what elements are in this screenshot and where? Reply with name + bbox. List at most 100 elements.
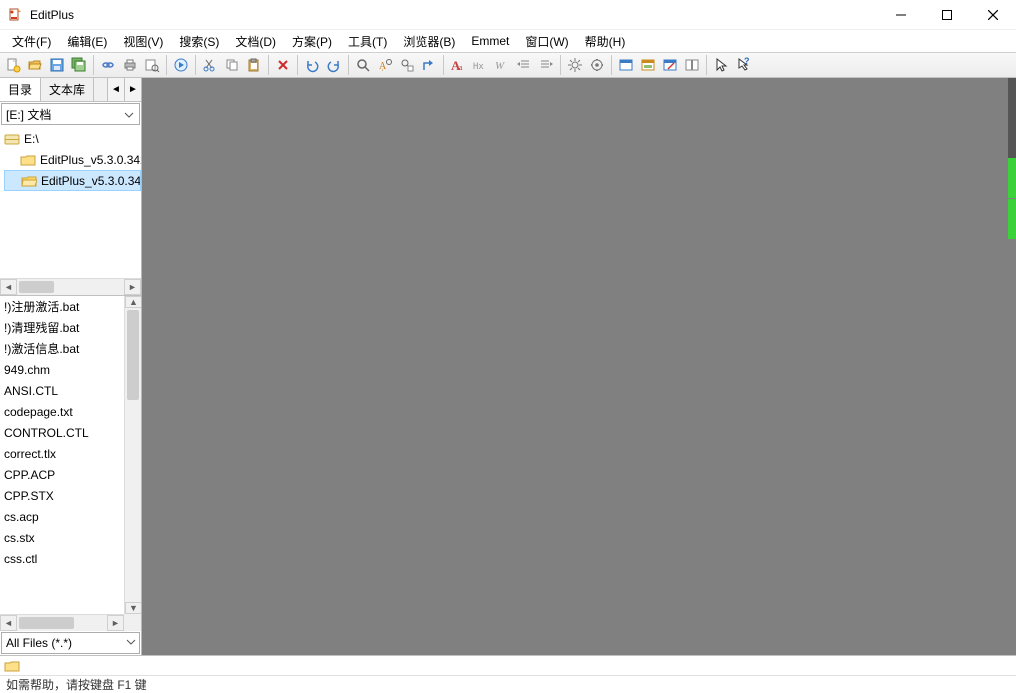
- editor-side-marker: [1008, 78, 1016, 655]
- copy-icon[interactable]: [221, 54, 243, 76]
- menu-file[interactable]: 文件(F): [4, 31, 59, 52]
- window1-icon[interactable]: [615, 54, 637, 76]
- scroll-right-icon[interactable]: ►: [107, 615, 124, 631]
- svg-text:Hx: Hx: [473, 62, 484, 72]
- new-file-icon[interactable]: [2, 54, 24, 76]
- file-v-scrollbar[interactable]: ▲ ▼: [124, 296, 141, 614]
- v-scroll-thumb[interactable]: [127, 310, 139, 400]
- menu-edit[interactable]: 编辑(E): [59, 31, 115, 52]
- gear-icon[interactable]: [586, 54, 608, 76]
- chevron-down-icon: [122, 108, 136, 122]
- file-row[interactable]: !)注册激活.bat: [0, 296, 124, 317]
- menu-search[interactable]: 搜索(S): [171, 31, 227, 52]
- window2-icon[interactable]: [637, 54, 659, 76]
- file-row[interactable]: 949.chm: [0, 359, 124, 380]
- tab-scroll-right[interactable]: ►: [124, 78, 141, 101]
- run-icon[interactable]: [170, 54, 192, 76]
- h-scroll-thumb[interactable]: [19, 617, 74, 629]
- open-file-icon[interactable]: [24, 54, 46, 76]
- tab-scroll-left[interactable]: ◄: [107, 78, 124, 101]
- print-icon[interactable]: [119, 54, 141, 76]
- menu-project[interactable]: 方案(P): [284, 31, 340, 52]
- toolbar: Ạ Aa Hx W ?: [0, 52, 1016, 78]
- file-h-scrollbar[interactable]: ◄ ►: [0, 614, 124, 631]
- folder-icon: [20, 153, 36, 167]
- tab-directory[interactable]: 目录: [0, 78, 41, 101]
- cut-link-icon[interactable]: [97, 54, 119, 76]
- find-icon[interactable]: [352, 54, 374, 76]
- svg-text:Ạ: Ạ: [379, 61, 387, 72]
- indent-right-icon[interactable]: [535, 54, 557, 76]
- font-icon[interactable]: Aa: [447, 54, 469, 76]
- window3-icon[interactable]: [659, 54, 681, 76]
- paste-icon[interactable]: [243, 54, 265, 76]
- scroll-down-icon[interactable]: ▼: [125, 602, 141, 614]
- drive-select[interactable]: [E:] 文档: [1, 103, 140, 125]
- split-icon[interactable]: [681, 54, 703, 76]
- cut-icon[interactable]: [199, 54, 221, 76]
- file-row[interactable]: !)清理残留.bat: [0, 317, 124, 338]
- replace-icon[interactable]: Ạ: [374, 54, 396, 76]
- file-row[interactable]: cs.stx: [0, 527, 124, 548]
- redo-icon[interactable]: [323, 54, 345, 76]
- folder-open-icon: [21, 174, 37, 188]
- tree-h-scrollbar[interactable]: ◄ ►: [0, 278, 141, 295]
- menu-help[interactable]: 帮助(H): [577, 31, 634, 52]
- help-icon[interactable]: ?: [732, 54, 754, 76]
- side-panel: 目录 文本库 ◄ ► [E:] 文档 E:\ EditPlus_v5.3.0.3…: [0, 78, 142, 655]
- scroll-up-icon[interactable]: ▲: [125, 296, 141, 308]
- app-icon: [8, 7, 24, 23]
- folder-tree[interactable]: E:\ EditPlus_v5.3.0.342 EditPlus_v5.3.0.…: [0, 126, 141, 296]
- app-title: EditPlus: [30, 8, 74, 22]
- menu-view[interactable]: 视图(V): [115, 31, 171, 52]
- file-row[interactable]: cs.acp: [0, 506, 124, 527]
- wordwrap-icon[interactable]: W: [491, 54, 513, 76]
- scroll-left-icon[interactable]: ◄: [0, 615, 17, 631]
- delete-icon[interactable]: [272, 54, 294, 76]
- hex-icon[interactable]: Hx: [469, 54, 491, 76]
- tree-root[interactable]: E:\: [4, 128, 141, 149]
- goto-icon[interactable]: [418, 54, 440, 76]
- chevron-down-icon: [126, 637, 136, 647]
- folder-icon: [4, 659, 20, 673]
- scroll-left-icon[interactable]: ◄: [0, 279, 17, 295]
- tree-child-1[interactable]: EditPlus_v5.3.0.342: [4, 149, 141, 170]
- file-row[interactable]: !)激活信息.bat: [0, 338, 124, 359]
- file-filter-select[interactable]: All Files (*.*): [1, 632, 140, 654]
- scroll-right-icon[interactable]: ►: [124, 279, 141, 295]
- file-row[interactable]: correct.tlx: [0, 443, 124, 464]
- file-row[interactable]: codepage.txt: [0, 401, 124, 422]
- status-text: 如需帮助，请按键盘 F1 键: [6, 676, 147, 693]
- save-all-icon[interactable]: [68, 54, 90, 76]
- svg-text:a: a: [459, 63, 463, 72]
- tree-child-2[interactable]: EditPlus_v5.3.0.34: [4, 170, 141, 191]
- save-icon[interactable]: [46, 54, 68, 76]
- preview-icon[interactable]: [141, 54, 163, 76]
- file-row[interactable]: CPP.ACP: [0, 464, 124, 485]
- find-files-icon[interactable]: [396, 54, 418, 76]
- file-row[interactable]: CONTROL.CTL: [0, 422, 124, 443]
- undo-icon[interactable]: [301, 54, 323, 76]
- settings-icon[interactable]: [564, 54, 586, 76]
- maximize-button[interactable]: [924, 0, 970, 30]
- tab-cliptext[interactable]: 文本库: [41, 78, 94, 101]
- editor-area[interactable]: [142, 78, 1016, 655]
- file-row[interactable]: CPP.STX: [0, 485, 124, 506]
- indent-left-icon[interactable]: [513, 54, 535, 76]
- file-row[interactable]: css.ctl: [0, 548, 124, 569]
- close-button[interactable]: [970, 0, 1016, 30]
- menu-browser[interactable]: 浏览器(B): [395, 31, 463, 52]
- menu-tools[interactable]: 工具(T): [340, 31, 395, 52]
- menu-emmet[interactable]: Emmet: [463, 32, 517, 50]
- scroll-thumb[interactable]: [19, 281, 54, 293]
- pointer-icon[interactable]: [710, 54, 732, 76]
- drive-icon: [4, 132, 20, 146]
- side-tabs: 目录 文本库 ◄ ►: [0, 78, 141, 102]
- menu-window[interactable]: 窗口(W): [517, 31, 576, 52]
- svg-text:?: ?: [744, 57, 750, 66]
- main-area: 目录 文本库 ◄ ► [E:] 文档 E:\ EditPlus_v5.3.0.3…: [0, 78, 1016, 655]
- file-list[interactable]: !)注册激活.bat!)清理残留.bat!)激活信息.bat949.chmANS…: [0, 296, 141, 631]
- file-row[interactable]: ANSI.CTL: [0, 380, 124, 401]
- minimize-button[interactable]: [878, 0, 924, 30]
- menu-document[interactable]: 文档(D): [227, 31, 284, 52]
